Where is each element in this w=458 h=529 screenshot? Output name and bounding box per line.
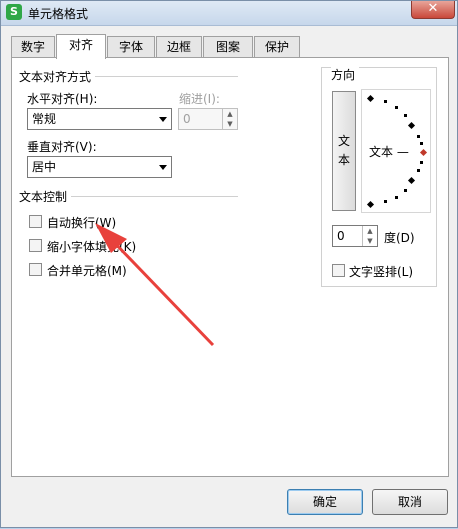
format-cells-dialog: S 单元格格式 ✕ 数字 对齐 字体 边框 图案 保护 文本对齐方式 水平对齐(… (0, 0, 458, 528)
arrow-head-icon (95, 223, 127, 253)
tab-alignment[interactable]: 对齐 (56, 34, 106, 59)
annotation-arrow (95, 223, 215, 347)
ok-button[interactable]: 确定 (287, 489, 363, 515)
cancel-button[interactable]: 取消 (372, 489, 448, 515)
arrow-shaft (107, 235, 215, 347)
